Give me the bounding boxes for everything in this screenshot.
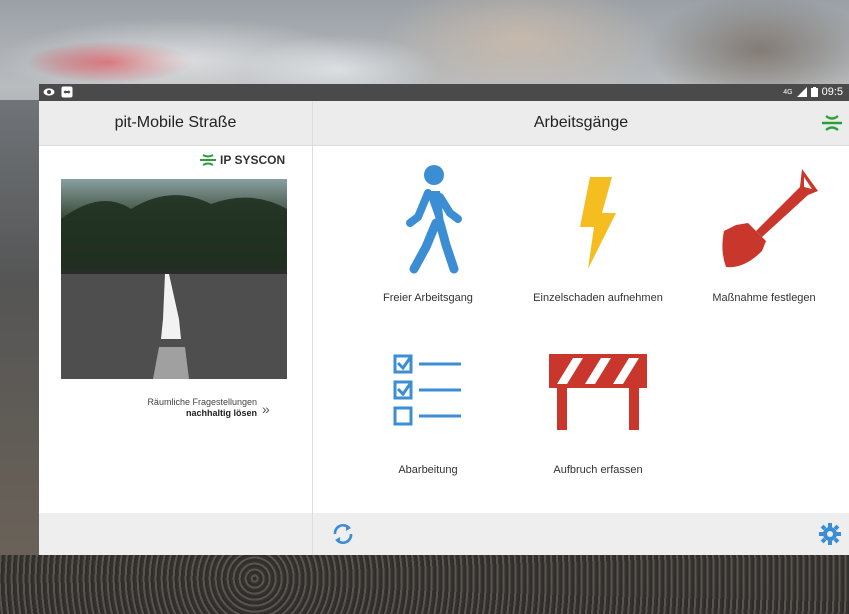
background-gravel bbox=[0, 555, 849, 614]
clock: 09:5 bbox=[821, 86, 843, 98]
app-title: pit-Mobile Straße bbox=[39, 101, 312, 146]
tagline-chevron: » bbox=[262, 401, 270, 417]
lightning-icon bbox=[580, 177, 616, 269]
tagline-line1: Räumliche Fragestellungen bbox=[147, 397, 257, 407]
app-window: pit-Mobile Straße IP SYSCON Räumliche Fr… bbox=[39, 101, 849, 555]
road-photo bbox=[61, 179, 287, 379]
signal-type: 4G bbox=[783, 88, 793, 96]
sync-icon[interactable] bbox=[331, 522, 355, 546]
road-barrier-icon bbox=[549, 354, 647, 430]
tile-einzelschaden-aufnehmen[interactable]: Einzelschaden aufnehmen bbox=[513, 161, 683, 311]
ip-syscon-logo: IP SYSCON bbox=[199, 153, 285, 167]
road-photo-graphic bbox=[61, 195, 287, 379]
eye-icon bbox=[43, 88, 55, 96]
tile-label: Maßnahme festlegen bbox=[712, 292, 816, 304]
tile-label: Freier Arbeitsgang bbox=[383, 292, 473, 304]
signal-icon bbox=[796, 87, 807, 97]
ip-syscon-logo-icon bbox=[200, 154, 216, 166]
status-right: 4G 09:5 bbox=[783, 86, 843, 98]
tile-freier-arbeitsgang[interactable]: Freier Arbeitsgang bbox=[343, 161, 513, 311]
battery-icon bbox=[810, 87, 818, 97]
checklist-icon bbox=[393, 354, 461, 426]
tile-label: Einzelschaden aufnehmen bbox=[533, 292, 663, 304]
status-bar: 4G 09:5 bbox=[39, 84, 849, 101]
shovel-icon bbox=[722, 169, 818, 268]
teamviewer-icon bbox=[61, 86, 73, 98]
logo-text: IP SYSCON bbox=[220, 153, 286, 167]
right-panel: Freier Arbeitsgang Einzelschaden aufnehm… bbox=[313, 101, 849, 555]
left-footer bbox=[39, 513, 312, 555]
tile-aufbruch-erfassen[interactable]: Aufbruch erfassen bbox=[513, 346, 683, 496]
tagline: Räumliche Fragestellungen nachhaltig lös… bbox=[137, 397, 257, 419]
left-panel: pit-Mobile Straße IP SYSCON Räumliche Fr… bbox=[39, 101, 313, 555]
tile-massnahme-festlegen[interactable]: Maßnahme festlegen bbox=[679, 161, 849, 311]
walking-person-icon bbox=[406, 165, 462, 274]
tile-abarbeitung[interactable]: Abarbeitung bbox=[343, 346, 513, 496]
gear-icon[interactable] bbox=[819, 523, 841, 545]
tagline-line2: nachhaltig lösen bbox=[185, 408, 257, 418]
right-footer bbox=[313, 513, 849, 555]
background-photo-left bbox=[0, 100, 39, 555]
tile-label: Abarbeitung bbox=[398, 464, 458, 476]
tile-label: Aufbruch erfassen bbox=[553, 464, 643, 476]
